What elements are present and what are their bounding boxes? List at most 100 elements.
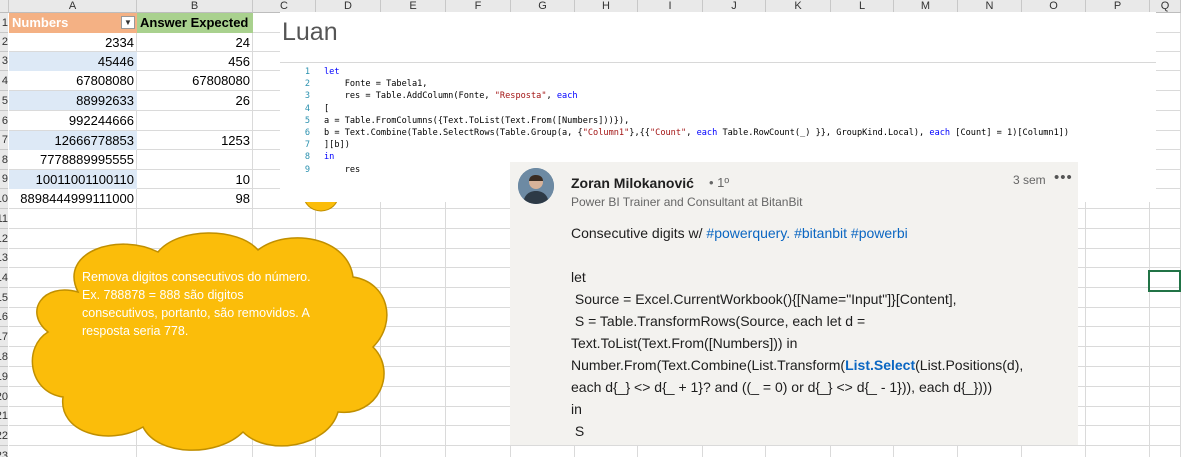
column-header-a[interactable]: A [9, 0, 137, 13]
cell-answer[interactable] [137, 150, 253, 169]
comment-intro: Consecutive digits w/ #powerquery. #bita… [571, 222, 1071, 244]
hashtags[interactable]: #powerquery. #bitanbit #powerbi [706, 225, 907, 241]
row-header-20[interactable]: 20 [0, 387, 8, 407]
code-line: 3 res = Table.AddColumn(Fonte, "Resposta… [280, 90, 1156, 102]
callout-text: Remova digitos consecutivos do número. E… [82, 270, 311, 338]
code-text: S = Table.TransformRows(Source, each let… [571, 313, 866, 329]
row-header-5[interactable]: 5 [0, 91, 8, 111]
header-numbers[interactable]: Numbers ▼ [9, 13, 137, 33]
code-line: 7 ][b]) [280, 139, 1156, 151]
function-link[interactable]: List.Select [845, 357, 915, 373]
row-header-14[interactable]: 14 [0, 268, 8, 288]
comment-code-line: Number.From(Text.Combine(List.Transform(… [571, 354, 1071, 376]
cell-number[interactable]: 8898444999111000 [9, 189, 137, 208]
cell-number[interactable]: 45446 [9, 52, 137, 71]
row-header-3[interactable]: 3 [0, 52, 8, 71]
cell-number[interactable]: 10011001100110 [9, 170, 137, 189]
row-header-16[interactable]: 16 [0, 308, 8, 327]
row-header-22[interactable]: 22 [0, 426, 8, 446]
comment-code: let Source = Excel.CurrentWorkbook(){[Na… [571, 266, 1071, 442]
code-text: res = Table.AddColumn(Fonte, "Resposta",… [324, 91, 578, 102]
line-number: 1 [304, 67, 310, 77]
code-text: a = Table.FromColumns({Text.ToList(Text.… [324, 115, 630, 126]
comment-code-line: S [571, 420, 1071, 442]
cell-answer[interactable] [137, 111, 253, 130]
code-text: let [571, 269, 586, 285]
column-header-b[interactable]: B [137, 0, 253, 13]
code-text: in [571, 401, 582, 417]
dropdown-arrow-icon[interactable]: ▼ [121, 16, 135, 29]
select-all-corner[interactable] [0, 0, 9, 13]
row-header-19[interactable]: 19 [0, 367, 8, 387]
comment-code-line: each d{_} <> d{_ + 1}? and ((_ = 0) or d… [571, 376, 1071, 398]
code-line: 1 let [280, 66, 1156, 78]
code-text: [ [324, 103, 330, 114]
code-text: Number.From(Text.Combine(List.Transform( [571, 357, 846, 373]
code-text: S [571, 423, 585, 439]
line-number: 8 [304, 152, 310, 163]
cell-number[interactable]: 992244666 [9, 111, 137, 130]
code-text: b = Text.Combine(Table.SelectRows(Table.… [324, 127, 1070, 138]
row-header-1[interactable]: 1 [0, 13, 8, 33]
comment-code-line: Text.ToList(Text.From([Numbers])) in [571, 332, 1071, 354]
cell-answer[interactable]: 456 [137, 52, 253, 71]
code-text: Text.ToList(Text.From([Numbers])) in [571, 335, 798, 351]
row-header-7[interactable]: 7 [0, 131, 8, 150]
row-header-23[interactable]: 23 [0, 446, 8, 457]
row-header-18[interactable]: 18 [0, 347, 8, 367]
author-headline: Power BI Trainer and Consultant at Bitan… [571, 195, 803, 209]
row-header-12[interactable]: 12 [0, 229, 8, 249]
cell-answer[interactable]: 10 [137, 170, 253, 189]
comment-code-line: let [571, 266, 1071, 288]
cell-answer[interactable]: 67808080 [137, 71, 253, 90]
comment-code-line: in [571, 398, 1071, 420]
code-line: 6 b = Text.Combine(Table.SelectRows(Table… [280, 127, 1156, 139]
row-header-21[interactable]: 21 [0, 407, 8, 426]
code-line: 5 a = Table.FromColumns({Text.ToList(Text… [280, 115, 1156, 127]
code-text: each d{_} <> d{_ + 1}? and ((_ = 0) or d… [571, 379, 993, 395]
line-number: 9 [304, 164, 310, 175]
row-header-15[interactable]: 15 [0, 288, 8, 308]
cell-answer[interactable]: 1253 [137, 131, 253, 150]
intro-text: Consecutive digits w/ [571, 225, 707, 241]
row-header-4[interactable]: 4 [0, 71, 8, 91]
cell-number[interactable]: 7778889995555 [9, 150, 137, 169]
header-answer-expected[interactable]: Answer Expected [137, 13, 253, 33]
avatar[interactable] [518, 168, 554, 204]
line-number: 7 [304, 140, 310, 151]
cell-number[interactable]: 2334 [9, 33, 137, 52]
code-text: res [324, 164, 361, 175]
comment-body: Consecutive digits w/ #powerquery. #bita… [571, 222, 1071, 442]
comment-code-line: S = Table.TransformRows(Source, each let… [571, 310, 1071, 332]
cell-number[interactable]: 88992633 [9, 91, 137, 110]
cell-answer[interactable]: 26 [137, 91, 253, 110]
line-number: 3 [304, 91, 310, 102]
divider [280, 62, 1156, 63]
code-block[interactable]: 1 let 2 Fonte = Tabela1, 3 res = Table.AddC… [280, 66, 1156, 176]
active-cell-selection[interactable] [1148, 270, 1181, 292]
code-text: let [324, 67, 340, 77]
more-options-icon[interactable]: ••• [1054, 169, 1073, 186]
row-header-8[interactable]: 8 [0, 150, 8, 170]
row-header-6[interactable]: 6 [0, 111, 8, 131]
cell-answer[interactable]: 24 [137, 33, 253, 52]
code-text: ][b]) [324, 140, 350, 151]
code-line: 2 Fonte = Tabela1, [280, 78, 1156, 90]
row-header-11[interactable]: 11 [0, 209, 8, 229]
cell-number[interactable]: 67808080 [9, 71, 137, 90]
row-header-13[interactable]: 13 [0, 249, 8, 268]
row-header-9[interactable]: 9 [0, 170, 8, 189]
row-header-10[interactable]: 10 [0, 189, 8, 209]
author-name[interactable]: Zoran Milokanović [571, 175, 694, 191]
line-number: 4 [304, 103, 310, 114]
cell-answer[interactable]: 98 [137, 189, 253, 208]
code-line: 4[ [280, 103, 1156, 115]
comment-card: Zoran Milokanović • 1º 3 sem ••• Power B… [510, 162, 1078, 445]
connection-degree: • 1º [709, 175, 730, 190]
code-text: in [324, 152, 335, 163]
row-header-17[interactable]: 17 [0, 327, 8, 347]
comment-code-line: Source = Excel.CurrentWorkbook(){[Name="… [571, 288, 1071, 310]
line-number: 6 [304, 127, 310, 138]
cell-number[interactable]: 12666778853 [9, 131, 137, 150]
row-header-2[interactable]: 2 [0, 33, 8, 52]
